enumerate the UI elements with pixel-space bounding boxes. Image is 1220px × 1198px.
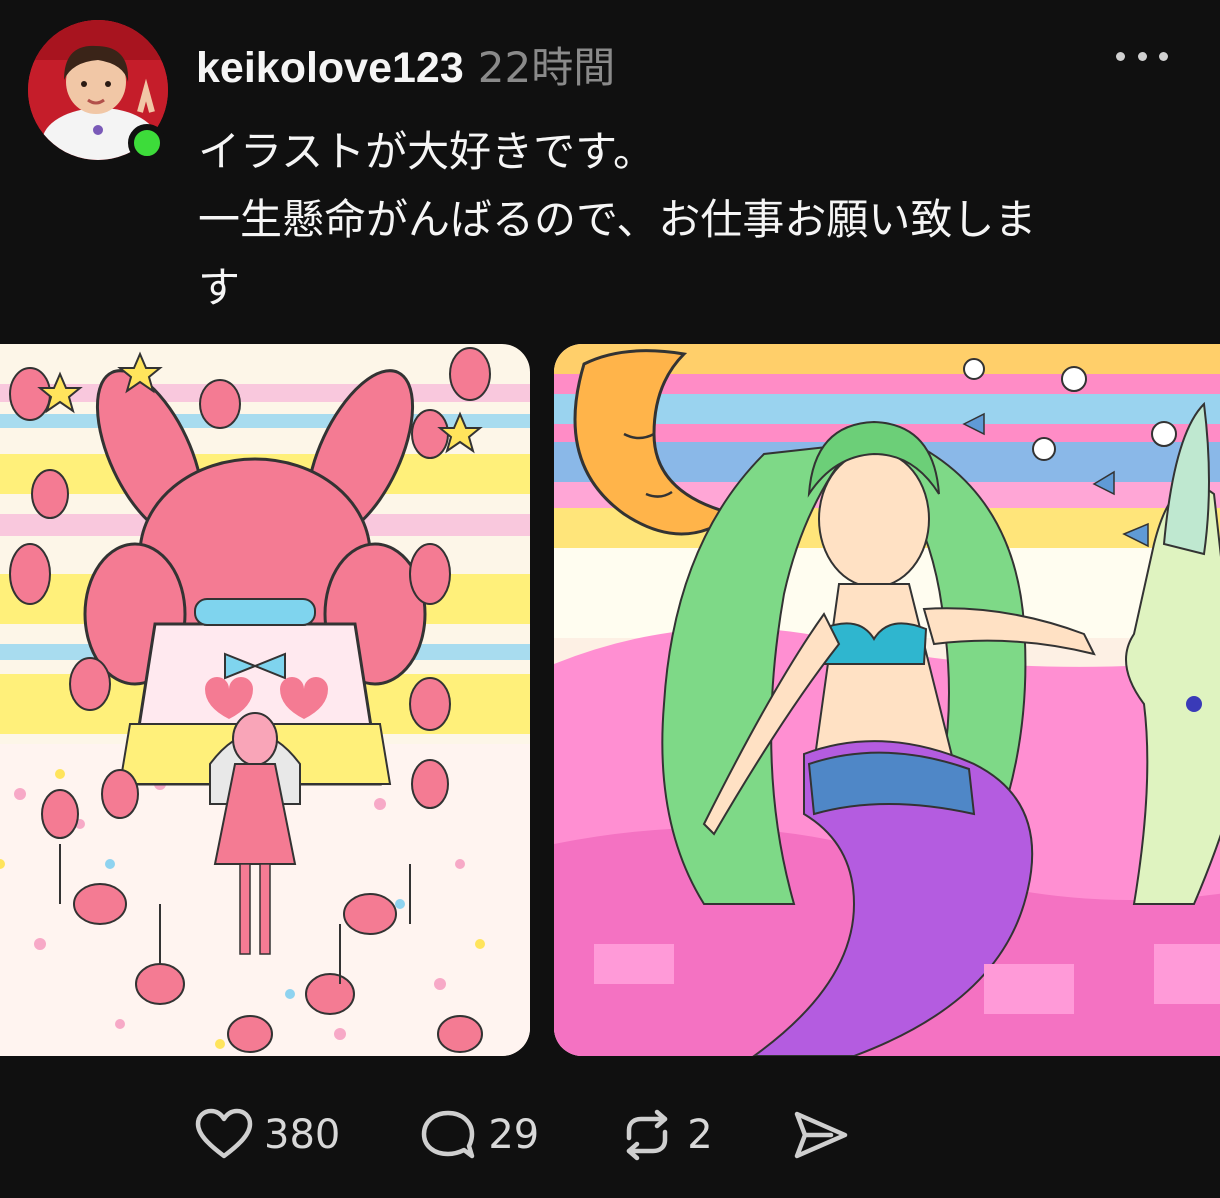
like-button[interactable]: 380 [194, 1108, 340, 1162]
send-icon [794, 1111, 847, 1159]
post-header: keikolove123 22時間 [196, 34, 615, 93]
post-body: イラストが大好きです。一生懸命がんばるので、お仕事お願い致します [198, 118, 1188, 322]
online-status-indicator [128, 124, 166, 162]
reply-button[interactable]: 29 [418, 1108, 539, 1162]
share-button[interactable] [791, 1108, 851, 1162]
comment-icon [422, 1110, 475, 1159]
like-count: 380 [264, 1112, 341, 1158]
more-icon [1116, 51, 1125, 61]
post-image-mermaid-illustration[interactable] [554, 344, 1220, 1056]
post-text-line: す [198, 263, 241, 312]
post-timestamp: 22時間 [477, 43, 616, 92]
post-text-line: イラストが大好きです。 [198, 127, 655, 176]
post-image-bunny-illustration[interactable] [0, 344, 530, 1056]
reply-count: 29 [488, 1112, 540, 1158]
media-carousel[interactable] [0, 344, 1220, 1056]
more-options-button[interactable] [1116, 38, 1168, 74]
repost-icon [627, 1109, 668, 1161]
heart-icon [195, 1108, 253, 1159]
post-action-bar: 380 29 2 [194, 1100, 929, 1170]
username-link[interactable]: keikolove123 [196, 44, 464, 93]
post-text-line: 一生懸命がんばるので、お仕事お願い致しま [198, 195, 1037, 244]
repost-count: 2 [687, 1112, 713, 1158]
repost-button[interactable]: 2 [617, 1108, 713, 1162]
